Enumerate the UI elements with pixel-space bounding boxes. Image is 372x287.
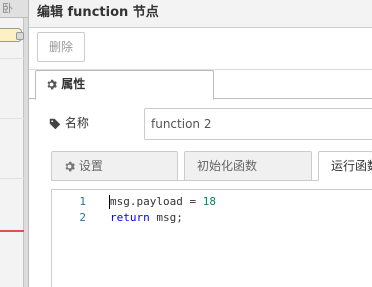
workspace-tab[interactable]: 卧 bbox=[0, 0, 28, 18]
workspace-tab-label: 卧 bbox=[2, 2, 13, 15]
tab-properties-label: 属性 bbox=[61, 77, 86, 91]
code-text[interactable]: return msg; bbox=[110, 210, 183, 226]
code-token: msg.payload = bbox=[110, 195, 203, 208]
text-cursor bbox=[109, 195, 110, 209]
code-token: return bbox=[110, 211, 150, 224]
code-token: 18 bbox=[202, 195, 216, 208]
subtab-settings[interactable]: 设置 bbox=[51, 151, 178, 181]
tag-icon bbox=[49, 116, 65, 130]
subtab-init-function[interactable]: 初始化函数 bbox=[184, 151, 312, 181]
subtab-init-label: 初始化函数 bbox=[197, 159, 258, 173]
name-label-text: 名称 bbox=[64, 116, 89, 130]
function-subtabs: 设置 初始化函数 运行函数 bbox=[51, 151, 372, 181]
gear-icon bbox=[46, 77, 61, 91]
tray-tabs: 属性 bbox=[29, 70, 372, 100]
workspace-canvas[interactable] bbox=[0, 18, 24, 287]
subtab-settings-label: 设置 bbox=[78, 159, 103, 173]
workspace-edge: 卧 bbox=[0, 0, 28, 287]
edit-tray: 编辑 function 节点 删除 属性 名称 设置 初始化函数 bbox=[28, 0, 372, 287]
code-token: msg; bbox=[149, 211, 183, 224]
grid-line bbox=[0, 58, 24, 59]
line-number: 2 bbox=[79, 211, 86, 224]
code-line[interactable]: 2 return msg; bbox=[52, 210, 372, 226]
code-text[interactable]: msg.payload = 18 bbox=[110, 194, 216, 210]
tray-toolbar: 删除 bbox=[29, 28, 372, 70]
tray-title: 编辑 function 节点 bbox=[29, 0, 372, 28]
code-line[interactable]: 1 msg.payload = 18 bbox=[52, 194, 372, 210]
node-port[interactable] bbox=[16, 32, 24, 40]
name-field[interactable] bbox=[144, 108, 372, 140]
subtab-run-function[interactable]: 运行函数 bbox=[318, 151, 372, 181]
grid-line bbox=[0, 118, 24, 119]
name-label: 名称 bbox=[49, 108, 89, 140]
tab-properties[interactable]: 属性 bbox=[35, 70, 214, 100]
gear-icon bbox=[64, 159, 79, 173]
delete-button[interactable]: 删除 bbox=[37, 32, 86, 62]
name-row: 名称 bbox=[49, 108, 372, 140]
code-editor[interactable]: 1 msg.payload = 18 2 return msg; bbox=[51, 189, 372, 287]
line-number: 1 bbox=[79, 195, 86, 208]
flow-wire bbox=[0, 230, 24, 232]
subtab-run-label: 运行函数 bbox=[331, 159, 372, 173]
grid-line bbox=[0, 178, 24, 179]
